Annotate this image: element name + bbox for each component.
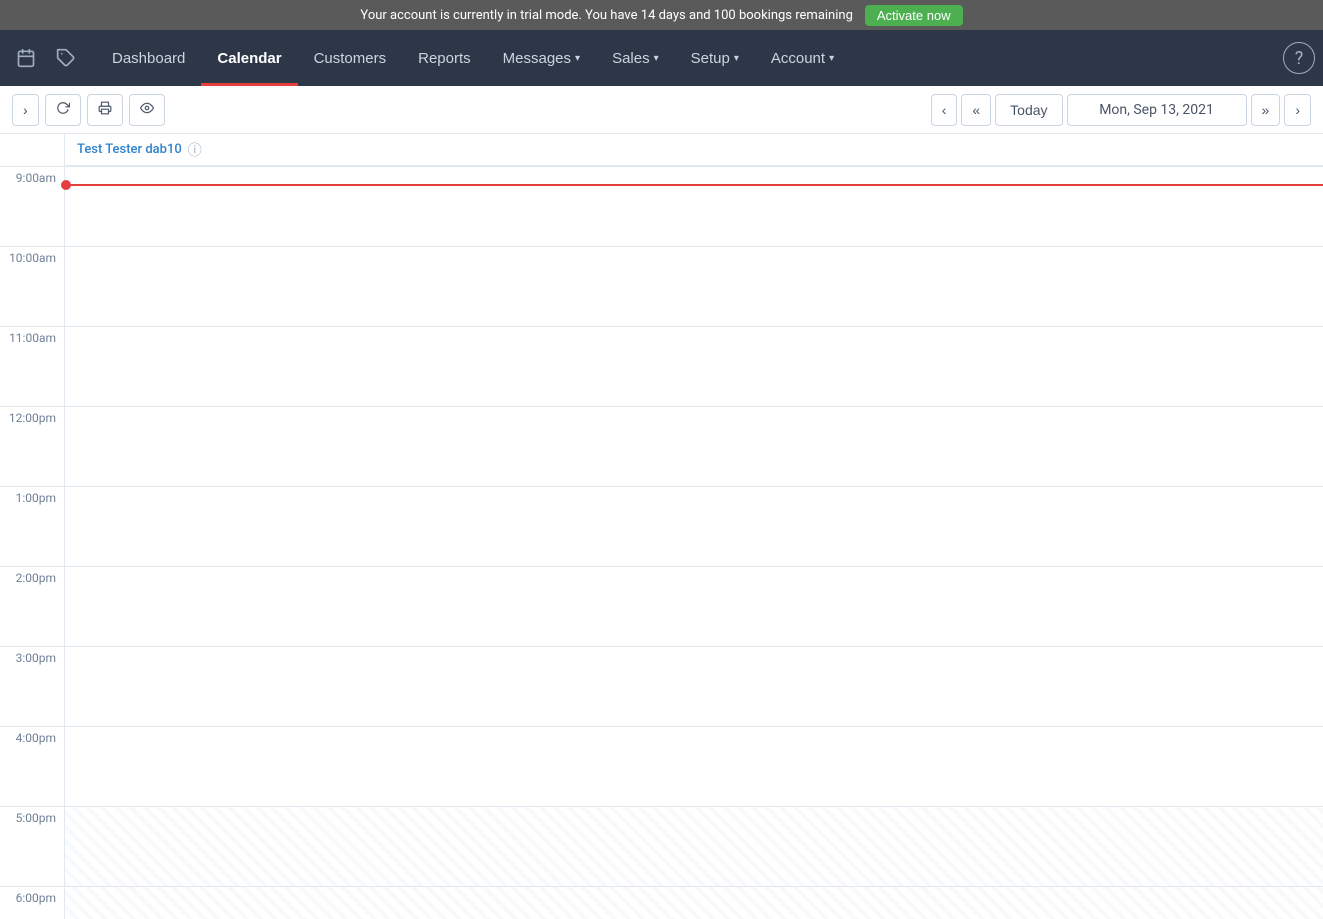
- grid-slot-11am[interactable]: [65, 326, 1323, 406]
- time-slot-11am: 11:00am: [0, 326, 64, 406]
- nav-items: Dashboard Calendar Customers Reports Mes…: [96, 30, 1283, 86]
- date-display: Mon, Sep 13, 2021: [1067, 94, 1247, 126]
- help-button[interactable]: ?: [1283, 42, 1315, 74]
- calendar-content: 9:00am 10:00am 11:00am 12:00pm 1:00pm 2:…: [0, 134, 1323, 919]
- nav-item-sales[interactable]: Sales ▾: [596, 30, 675, 86]
- nav-item-messages[interactable]: Messages ▾: [487, 30, 596, 86]
- next-icon: ›: [1295, 102, 1300, 118]
- calendar-icon-button[interactable]: [8, 42, 44, 74]
- activate-now-button[interactable]: Activate now: [865, 5, 963, 26]
- nav-icon-group: [8, 42, 84, 74]
- time-slot-5pm: 5:00pm: [0, 806, 64, 886]
- nav-item-account[interactable]: Account ▾: [755, 30, 850, 86]
- grid-slot-1pm[interactable]: [65, 486, 1323, 566]
- grid-slot-2pm[interactable]: [65, 566, 1323, 646]
- grid-slot-6pm: [65, 886, 1323, 919]
- grid-slot-12pm[interactable]: [65, 406, 1323, 486]
- print-button[interactable]: [87, 94, 123, 126]
- time-slot-2pm: 2:00pm: [0, 566, 64, 646]
- print-icon: [98, 101, 112, 118]
- expand-icon: ›: [23, 102, 28, 118]
- column-header: Test Tester dab10 ⓘ: [65, 134, 1323, 166]
- sales-dropdown-arrow: ▾: [654, 53, 659, 64]
- nav-item-setup[interactable]: Setup ▾: [675, 30, 755, 86]
- messages-dropdown-arrow: ▾: [575, 53, 580, 64]
- refresh-button[interactable]: [45, 94, 81, 126]
- grid-slot-4pm[interactable]: [65, 726, 1323, 806]
- account-dropdown-arrow: ▾: [829, 53, 834, 64]
- trial-message: Your account is currently in trial mode.…: [360, 8, 852, 23]
- date-nav-controls: ‹ « Today Mon, Sep 13, 2021 » ›: [931, 94, 1311, 126]
- nav-item-calendar[interactable]: Calendar: [201, 30, 297, 86]
- grid-slot-3pm[interactable]: [65, 646, 1323, 726]
- refresh-icon: [56, 101, 70, 118]
- top-navigation: Dashboard Calendar Customers Reports Mes…: [0, 30, 1323, 86]
- time-slot-12pm: 12:00pm: [0, 406, 64, 486]
- nav-item-dashboard[interactable]: Dashboard: [96, 30, 201, 86]
- setup-dropdown-arrow: ▾: [734, 53, 739, 64]
- next-next-button[interactable]: »: [1251, 94, 1281, 126]
- tag-icon-button[interactable]: [48, 42, 84, 74]
- calendar-grid[interactable]: Test Tester dab10 ⓘ: [64, 134, 1323, 919]
- eye-button[interactable]: [129, 94, 165, 126]
- prev-prev-button[interactable]: «: [961, 94, 991, 126]
- grid-slot-9am[interactable]: [65, 166, 1323, 246]
- time-slot-4pm: 4:00pm: [0, 726, 64, 806]
- info-icon: ⓘ: [188, 140, 202, 160]
- prev-button[interactable]: ‹: [931, 94, 958, 126]
- prev-icon: ‹: [942, 102, 947, 118]
- nav-item-reports[interactable]: Reports: [402, 30, 487, 86]
- next-button[interactable]: ›: [1284, 94, 1311, 126]
- time-slot-6pm: 6:00pm: [0, 886, 64, 919]
- prev-prev-icon: «: [972, 102, 980, 118]
- column-header-name: Test Tester dab10: [77, 142, 182, 157]
- grid-slot-10am[interactable]: [65, 246, 1323, 326]
- current-time-line: [65, 184, 1323, 186]
- calendar-toolbar: › ‹ «: [0, 86, 1323, 134]
- grid-slot-5pm: [65, 806, 1323, 886]
- grid-slots[interactable]: [65, 166, 1323, 919]
- time-slot-10am: 10:00am: [0, 246, 64, 326]
- trial-banner: Your account is currently in trial mode.…: [0, 0, 1323, 30]
- time-column: 9:00am 10:00am 11:00am 12:00pm 1:00pm 2:…: [0, 134, 64, 919]
- time-slot-9am: 9:00am: [0, 166, 64, 246]
- next-next-icon: »: [1262, 102, 1270, 118]
- time-slot-1pm: 1:00pm: [0, 486, 64, 566]
- eye-icon: [140, 101, 154, 118]
- time-slot-3pm: 3:00pm: [0, 646, 64, 726]
- today-button[interactable]: Today: [995, 94, 1062, 126]
- nav-item-customers[interactable]: Customers: [298, 30, 403, 86]
- expand-button[interactable]: ›: [12, 94, 39, 126]
